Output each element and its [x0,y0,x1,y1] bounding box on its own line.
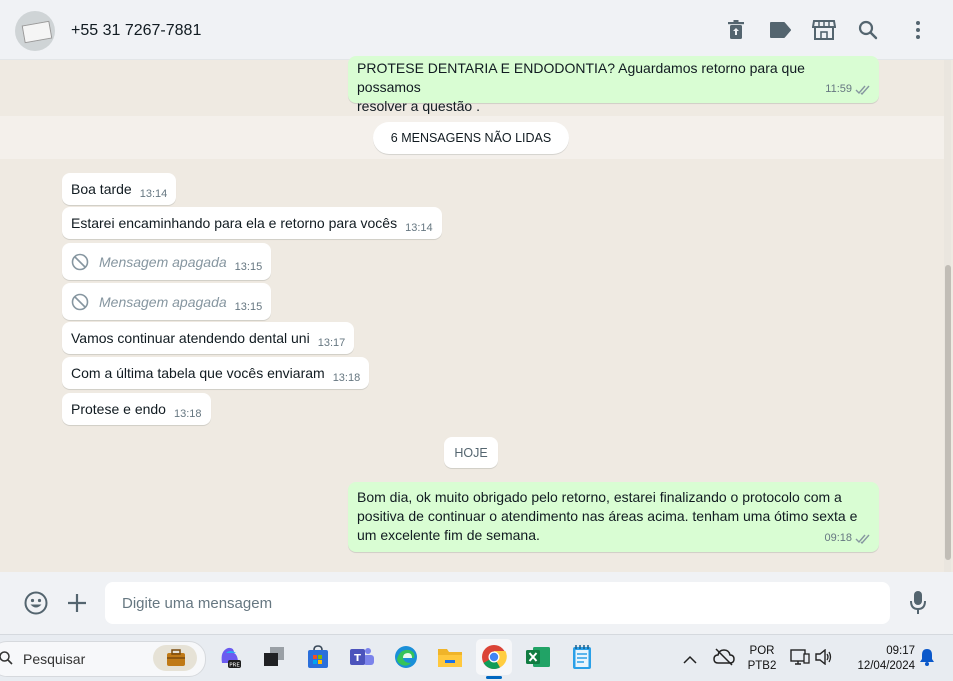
display-icon[interactable] [790,648,810,669]
message-text: Vamos continuar atendendo dental uni [71,330,310,346]
chrome-icon[interactable] [476,639,512,679]
message-text: Protese e endo [71,401,166,417]
volume-icon[interactable] [815,648,833,668]
search-icon [0,651,13,665]
emoji-icon[interactable] [24,591,48,618]
message-time: 11:59 [825,83,852,95]
incoming-message[interactable]: Protese e endo 13:18 [62,393,211,425]
svg-text:T: T [354,653,361,664]
notification-bell-icon[interactable] [919,648,935,669]
message-text: Estarei encaminhando para ela e retorno … [71,215,398,231]
outgoing-message[interactable]: PROTESE DENTARIA E ENDODONTIA? Aguardamo… [348,56,879,114]
deleted-message[interactable]: Mensagem apagada 13:15 [62,283,272,320]
menu-icon[interactable] [906,18,930,42]
message-time: 13:14 [139,188,168,200]
taskbar-search-label: Pesquisar [23,651,86,667]
cloud-offline-icon[interactable] [713,648,735,669]
incoming-message[interactable]: Com a última tabela que vocês enviaram 1… [62,357,370,389]
message-text: PROTESE DENTARIA E ENDODONTIA? Aguardamo… [357,60,805,95]
file-explorer-icon[interactable] [436,643,464,671]
message-time: 13:15 [234,260,263,273]
microphone-icon[interactable] [909,590,927,619]
message-time: 13:17 [317,337,346,349]
clock[interactable]: 09:17 12/04/2024 [845,644,915,674]
chat-header: +55 31 7267-7881 [0,0,953,60]
message-text: positiva de continuar o atendimento nas … [357,508,858,524]
copilot-icon[interactable]: PRE [216,643,244,671]
blocked-icon [71,253,89,270]
message-text: Boa tarde [71,181,132,197]
search-icon[interactable] [856,18,880,42]
clock-date: 12/04/2024 [857,660,915,672]
notepad-icon[interactable] [568,643,596,671]
message-text: Mensagem apagada [99,253,227,270]
message-text: um excelente fim de semana. [357,527,540,543]
incoming-message[interactable]: Boa tarde 13:14 [62,173,177,205]
deleted-message[interactable]: Mensagem apagada 13:15 [62,243,272,280]
edge-icon[interactable] [392,643,420,671]
message-text: resolver a questão . [357,98,480,114]
store-icon[interactable] [812,18,836,42]
language-indicator[interactable]: POR PTB2 [744,644,780,674]
message-time: 13:14 [405,222,433,234]
attach-plus-icon[interactable] [67,593,87,616]
svg-text:PRE: PRE [229,663,240,669]
incoming-message[interactable]: Vamos continuar atendendo dental uni 13:… [62,322,355,354]
language-code: POR [749,645,775,657]
message-time: 13:15 [234,300,263,313]
day-divider: HOJE [444,437,498,468]
double-check-icon [855,534,870,544]
message-time: 13:18 [332,372,361,384]
contact-name[interactable]: +55 31 7267-7881 [71,22,201,40]
trash-icon[interactable] [724,18,748,42]
message-text: Bom dia, ok muito obrigado pelo retorno,… [357,489,842,505]
message-text: Mensagem apagada [99,293,227,310]
keyboard-layout: PTB2 [747,660,777,672]
avatar[interactable] [15,11,55,51]
teams-icon[interactable]: T [348,643,376,671]
blocked-icon [71,293,89,310]
windows-taskbar: Pesquisar PRE T POR PTB2 09:17 12/04/202… [0,634,953,681]
briefcase-icon [153,645,197,671]
scrollbar-thumb[interactable] [945,265,951,560]
clock-time: 09:17 [886,645,915,657]
taskbar-search[interactable]: Pesquisar [0,641,206,677]
message-input[interactable]: Digite uma mensagem [105,582,890,624]
message-time: 09:18 [824,532,852,544]
excel-icon[interactable] [524,643,552,671]
outgoing-message[interactable]: Bom dia, ok muito obrigado pelo retorno,… [348,482,879,552]
double-check-icon [855,85,870,95]
message-input-placeholder: Digite uma mensagem [122,595,273,612]
label-icon[interactable] [768,18,792,42]
task-view-icon[interactable] [260,643,288,671]
message-time: 13:18 [173,408,202,420]
message-text: Com a última tabela que vocês enviaram [71,365,325,381]
unread-messages-badge: 6 MENSAGENS NÃO LIDAS [373,122,569,154]
chevron-up-icon[interactable] [683,651,697,667]
incoming-message[interactable]: Estarei encaminhando para ela e retorno … [62,207,442,239]
store-app-icon[interactable] [304,643,332,671]
